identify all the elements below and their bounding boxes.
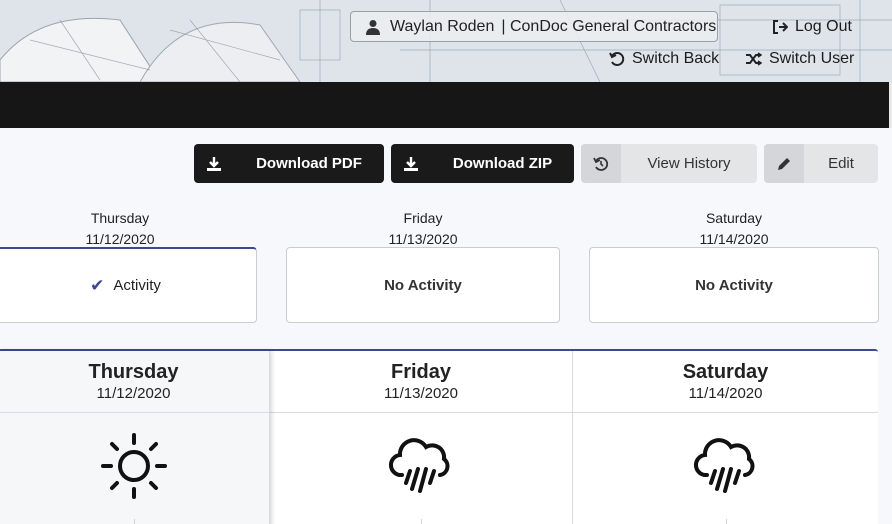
switch-user-label: Switch User [769, 50, 855, 67]
pencil-icon [764, 144, 804, 183]
download-icon [194, 144, 234, 183]
shuffle-icon [746, 52, 762, 66]
weather-day: Friday [390, 361, 452, 383]
user-account-box[interactable]: Waylan Roden | ConDoc General Contractor… [350, 11, 718, 42]
day-header-3: Saturday 11/14/2020 [654, 208, 814, 250]
download-pdf-button[interactable]: Download PDF [194, 144, 384, 183]
view-history-label: View History [647, 155, 731, 172]
logout-label: Log Out [795, 18, 852, 35]
undo-icon [609, 52, 625, 66]
weather-column-3[interactable]: Saturday 11/14/2020 [573, 351, 878, 524]
day-header-1: Thursday 11/12/2020 [40, 208, 200, 250]
activity-card-2[interactable]: No Activity [286, 247, 560, 323]
nav-bar [0, 82, 892, 128]
view-history-button[interactable]: View History [581, 144, 757, 183]
sun-icon [100, 433, 167, 499]
weather-day: Saturday [682, 361, 769, 383]
weather-panel: Thursday 11/12/2020 Friday 11/13/2020 Sa… [0, 349, 878, 524]
edit-label: Edit [828, 155, 854, 172]
user-icon [365, 19, 381, 35]
weather-day: Thursday [88, 361, 179, 383]
weather-date: 11/12/2020 [96, 385, 171, 402]
rain-cloud-icon [389, 438, 450, 493]
day-name: Thursday [90, 210, 150, 226]
switch-back-label: Switch Back [632, 50, 720, 67]
rain-cloud-icon [693, 438, 754, 493]
activity-card-1[interactable]: ✔ Activity [0, 247, 257, 323]
activity-card-3[interactable]: No Activity [589, 247, 879, 323]
switch-back-link[interactable]: Switch Back [609, 50, 719, 68]
download-zip-button[interactable]: Download ZIP [391, 144, 574, 183]
download-icon [391, 144, 431, 183]
history-icon [581, 144, 621, 183]
activity-status: No Activity [695, 276, 773, 294]
check-icon: ✔ [90, 275, 105, 295]
activity-status: Activity [113, 277, 161, 294]
edit-button[interactable]: Edit [764, 144, 878, 183]
weather-column-1[interactable]: Thursday 11/12/2020 [0, 351, 270, 524]
user-name: Waylan Roden [390, 17, 495, 35]
download-pdf-label: Download PDF [256, 155, 362, 172]
download-zip-label: Download ZIP [452, 155, 553, 172]
activity-status: No Activity [384, 276, 462, 294]
logout-icon [773, 20, 788, 34]
weather-date: 11/14/2020 [688, 385, 763, 402]
logout-link[interactable]: Log Out [772, 18, 852, 36]
weather-column-2[interactable]: Friday 11/13/2020 [270, 351, 573, 524]
day-name: Friday [403, 210, 443, 226]
app-header: Waylan Roden | ConDoc General Contractor… [0, 0, 892, 82]
weather-date: 11/13/2020 [384, 385, 458, 402]
day-header-2: Friday 11/13/2020 [343, 208, 503, 250]
company-name: | ConDoc General Contractors [501, 17, 717, 35]
day-name: Saturday [705, 210, 763, 226]
switch-user-link[interactable]: Switch User [745, 50, 854, 68]
